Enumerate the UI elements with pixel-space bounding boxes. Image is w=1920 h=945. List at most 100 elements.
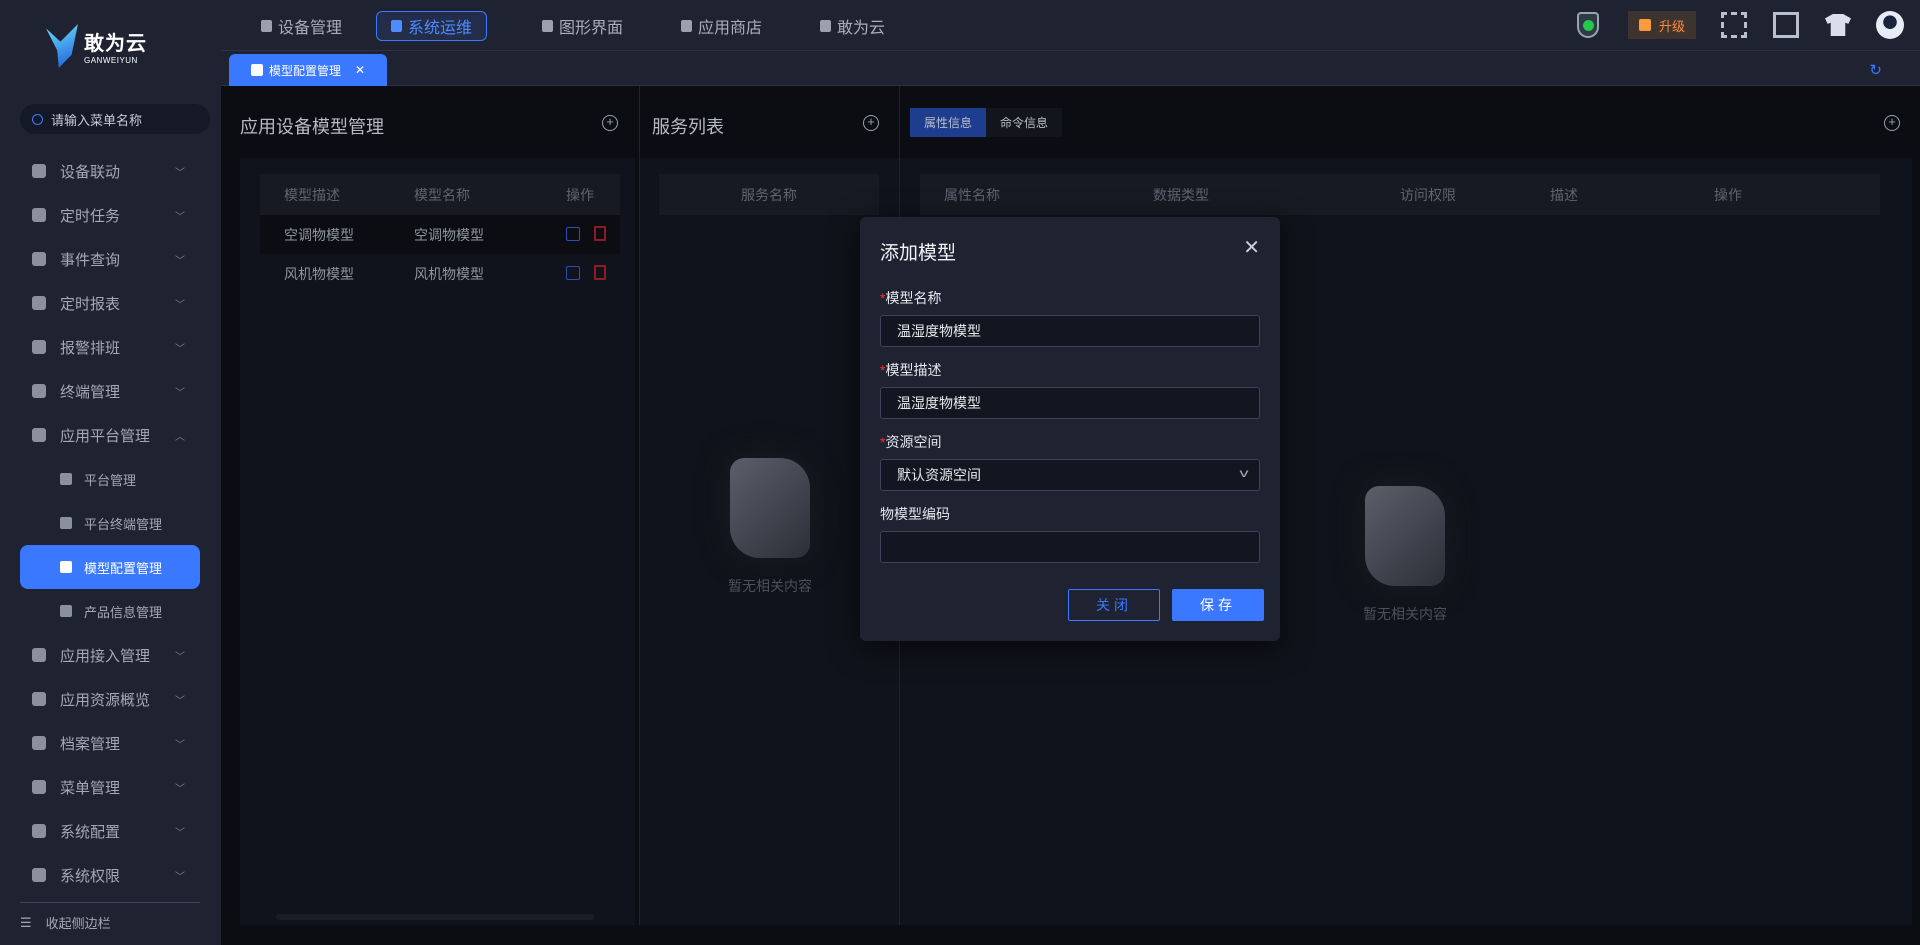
input-value: 温湿度物模型 bbox=[897, 323, 981, 339]
sidebar-item-label: 应用接入管理 bbox=[60, 647, 151, 665]
user-avatar[interactable] bbox=[1876, 11, 1904, 39]
timer-icon bbox=[32, 296, 46, 310]
butterfly-icon bbox=[820, 20, 831, 32]
edit-icon[interactable] bbox=[566, 226, 580, 241]
sidebar-item[interactable]: 定时任务 ﹀ bbox=[0, 193, 221, 237]
menu-search-input[interactable]: 请输入菜单名称 bbox=[20, 104, 210, 134]
sidebar-subitem[interactable]: 模型配置管理 bbox=[20, 545, 200, 589]
model-code-input[interactable] bbox=[880, 531, 1260, 563]
security-shield-icon[interactable] bbox=[1577, 12, 1599, 38]
empty-scroll-icon bbox=[1365, 486, 1445, 586]
platform-icon bbox=[32, 428, 46, 442]
chevron-down-icon: ﹀ bbox=[175, 387, 185, 399]
add-model-dialog: 添加模型 ✕ *模型名称 温湿度物模型 *模型描述 温湿度物模型 *资源空间 默… bbox=[860, 217, 1280, 641]
sidebar-subitem-label: 模型配置管理 bbox=[84, 560, 163, 576]
close-icon[interactable]: ✕ bbox=[1243, 235, 1260, 260]
table-row[interactable]: 空调物模型 空调物模型 bbox=[260, 215, 620, 254]
sidebar-item[interactable]: 系统权限 ﹀ bbox=[0, 853, 221, 897]
nav-graphics[interactable]: 图形界面 bbox=[528, 11, 637, 41]
model-name-input[interactable]: 温湿度物模型 bbox=[880, 315, 1260, 347]
empty-text: 暂无相关内容 bbox=[728, 578, 812, 594]
detail-tabs: 属性信息 命令信息 bbox=[910, 108, 1063, 137]
link-icon bbox=[32, 164, 46, 178]
nav-app-store[interactable]: 应用商店 bbox=[667, 11, 776, 41]
sidebar-item-label: 事件查询 bbox=[60, 251, 121, 269]
event-search-icon bbox=[32, 252, 46, 266]
table-header: 属性名称 数据类型 访问权限 描述 操作 bbox=[920, 174, 1880, 215]
sidebar-item[interactable]: 事件查询 ﹀ bbox=[0, 237, 221, 281]
sidebar-item-label: 定时任务 bbox=[60, 207, 121, 225]
tab-model-config[interactable]: 模型配置管理 ✕ bbox=[229, 54, 387, 86]
upgrade-button[interactable]: 升级 bbox=[1628, 11, 1696, 39]
sidebar-item[interactable]: 报警排班 ﹀ bbox=[0, 325, 221, 369]
logo[interactable]: 敢为云 GANWEIYUN bbox=[46, 24, 147, 68]
edit-icon[interactable] bbox=[566, 265, 580, 280]
sidebar-item[interactable]: 定时报表 ﹀ bbox=[0, 281, 221, 325]
tab-bar: 模型配置管理 ✕ ↻ bbox=[221, 51, 1920, 86]
field-label: 物模型编码 bbox=[880, 506, 950, 522]
theme-shirt-icon[interactable] bbox=[1825, 14, 1851, 36]
sidebar-item[interactable]: 档案管理 ﹀ bbox=[0, 721, 221, 765]
nav-ganweiyun[interactable]: 敢为云 bbox=[806, 11, 899, 41]
cube-icon bbox=[60, 473, 72, 485]
sidebar-subitem[interactable]: 产品信息管理 bbox=[0, 589, 221, 633]
model-desc-input[interactable]: 温湿度物模型 bbox=[880, 387, 1260, 419]
resource-space-select[interactable]: 默认资源空间 v bbox=[880, 459, 1260, 491]
refresh-icon[interactable]: ↻ bbox=[1869, 61, 1882, 79]
brand-sub: GANWEIYUN bbox=[84, 56, 138, 65]
sidebar-subitem[interactable]: 平台终端管理 bbox=[0, 501, 221, 545]
add-model-icon[interactable]: + bbox=[602, 115, 618, 131]
save-button[interactable]: 保存 bbox=[1172, 589, 1264, 621]
tab-attributes[interactable]: 属性信息 bbox=[910, 108, 987, 137]
table-header: 服务名称 bbox=[659, 174, 879, 215]
upgrade-icon bbox=[1638, 19, 1651, 31]
sidebar-item[interactable]: 设备联动 ﹀ bbox=[0, 149, 221, 193]
menu-icon bbox=[32, 780, 46, 794]
horizontal-scrollbar[interactable] bbox=[276, 914, 594, 920]
close-tab-icon[interactable]: ✕ bbox=[355, 63, 365, 77]
cube-icon bbox=[251, 64, 263, 76]
chevron-down-icon: v bbox=[1239, 466, 1249, 480]
search-icon bbox=[32, 113, 43, 125]
model-table-container: 模型描述 模型名称 操作 空调物模型 空调物模型 风机物模型 风机物模型 bbox=[240, 158, 635, 925]
sidebar-item-label: 系统权限 bbox=[60, 867, 121, 885]
close-button[interactable]: 关闭 bbox=[1068, 589, 1160, 621]
expand-icon[interactable] bbox=[1721, 12, 1747, 38]
field-label: *资源空间 bbox=[880, 434, 942, 450]
table-row[interactable]: 风机物模型 风机物模型 bbox=[260, 254, 620, 293]
fullscreen-icon[interactable] bbox=[1773, 12, 1799, 38]
nav-label: 图形界面 bbox=[559, 20, 624, 37]
sidebar-item[interactable]: 菜单管理 ﹀ bbox=[0, 765, 221, 809]
sidebar-item-label: 应用平台管理 bbox=[60, 427, 151, 445]
empty-state: 暂无相关内容 bbox=[690, 458, 850, 596]
sidebar-item[interactable]: 应用平台管理 ︿ bbox=[0, 413, 221, 457]
delete-icon[interactable] bbox=[594, 264, 606, 280]
tab-commands[interactable]: 命令信息 bbox=[986, 108, 1063, 137]
nav-system-ops[interactable]: 系统运维 bbox=[376, 11, 488, 41]
sidebar: 敢为云 GANWEIYUN 请输入菜单名称 设备联动 ﹀ 定时任务 ﹀ 事件查询 ﹀ 定时报表… bbox=[0, 0, 221, 945]
sidebar-subitem[interactable]: 平台管理 bbox=[0, 457, 221, 501]
collapse-sidebar-button[interactable]: ☰ 收起侧边栏 bbox=[20, 913, 111, 932]
task-icon bbox=[32, 208, 46, 222]
chevron-down-icon: ﹀ bbox=[175, 651, 185, 663]
nav-label: 系统运维 bbox=[408, 20, 473, 37]
col-desc: 描述 bbox=[1550, 186, 1578, 203]
input-value: 温湿度物模型 bbox=[897, 395, 981, 411]
collapse-icon: ☰ bbox=[20, 914, 32, 930]
nav-device-management[interactable]: 设备管理 bbox=[247, 11, 356, 41]
add-attribute-icon[interactable]: + bbox=[1884, 115, 1900, 131]
delete-icon[interactable] bbox=[594, 225, 606, 241]
nav-label: 应用商店 bbox=[698, 20, 763, 37]
cube-icon bbox=[60, 605, 72, 617]
sidebar-item[interactable]: 系统配置 ﹀ bbox=[0, 809, 221, 853]
sidebar-item[interactable]: 终端管理 ﹀ bbox=[0, 369, 221, 413]
chevron-down-icon: ﹀ bbox=[175, 871, 185, 883]
col-attr-name: 属性名称 bbox=[944, 186, 1000, 203]
add-service-icon[interactable]: + bbox=[863, 115, 879, 131]
sidebar-item-label: 定时报表 bbox=[60, 295, 121, 313]
layers-icon bbox=[32, 692, 46, 706]
sidebar-item[interactable]: 应用接入管理 ﹀ bbox=[0, 633, 221, 677]
cube-icon bbox=[60, 517, 72, 529]
sidebar-item[interactable]: 应用资源概览 ﹀ bbox=[0, 677, 221, 721]
col-access: 访问权限 bbox=[1400, 186, 1456, 203]
